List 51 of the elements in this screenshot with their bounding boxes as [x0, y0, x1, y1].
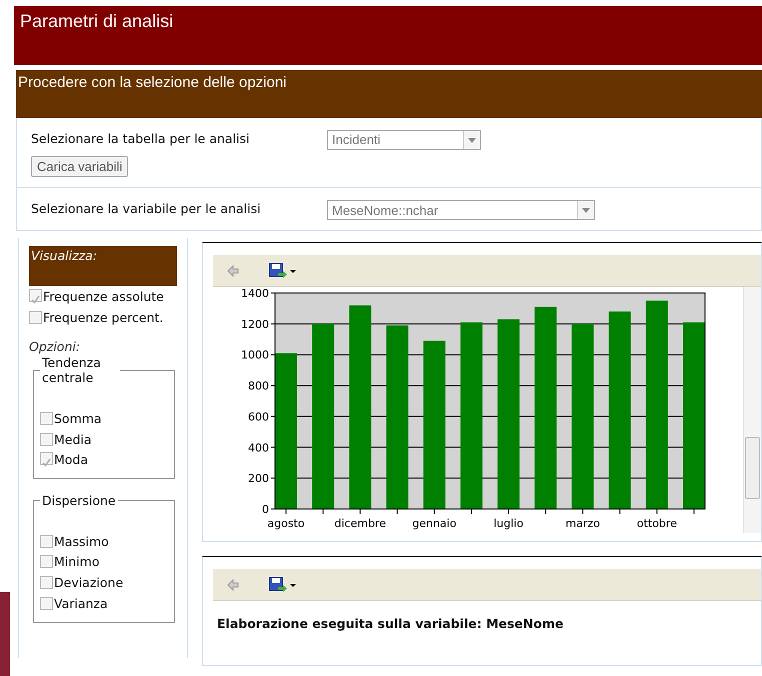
save-icon[interactable]: [269, 262, 297, 279]
y-tick-label: 0: [262, 503, 269, 516]
y-tick-label: 800: [248, 380, 269, 393]
checkbox-label: Deviazione: [54, 575, 124, 590]
checkbox[interactable]: [40, 432, 53, 446]
checkbox-label: Moda: [54, 452, 88, 468]
checkbox[interactable]: [40, 596, 53, 610]
checkbox-label: Minimo: [54, 554, 100, 570]
checkbox-label: Varianza: [54, 596, 108, 611]
y-tick-label: 600: [248, 410, 269, 424]
checkbox-label: Somma: [54, 410, 102, 426]
field-label: Selezionare la variabile per le analisi: [31, 200, 262, 218]
checkbox[interactable]: [40, 412, 53, 425]
options-label: Opzioni:: [29, 338, 82, 356]
y-tick-label: 1000: [241, 348, 269, 362]
dropdown-field[interactable]: MeseNome::nchar: [327, 200, 595, 220]
y-tick-label: 1200: [241, 318, 269, 332]
x-tick-label: luglio: [494, 517, 524, 530]
checkbox-label: Media: [54, 432, 92, 446]
checkbox[interactable]: [40, 555, 53, 568]
section-title: Procedere con la selezione delle opzioni: [16, 70, 762, 118]
checkbox[interactable]: [29, 289, 42, 302]
dropdown-field[interactable]: Incidenti: [327, 130, 481, 150]
x-tick-label: ottobre: [636, 517, 677, 530]
load-variables-button[interactable]: Carica variabili: [31, 156, 128, 178]
checkbox[interactable]: [40, 452, 53, 466]
x-tick-label: agosto: [267, 517, 305, 530]
scrollbar[interactable]: [743, 287, 761, 534]
y-tick-label: 200: [248, 472, 269, 486]
field-label: Selezionare la tabella per le analisi: [31, 130, 250, 148]
page-title: Parametri di analisi: [14, 6, 762, 65]
back-arrow-icon[interactable]: [227, 264, 239, 277]
x-tick-label: gennaio: [412, 517, 456, 530]
group-title: Tendenza centrale: [41, 354, 102, 386]
caret-icon: [582, 208, 590, 213]
checkbox[interactable]: [40, 576, 53, 590]
x-tick-label: marzo: [565, 517, 600, 530]
x-tick-label: dicembre: [334, 517, 386, 530]
caret-icon: [468, 138, 476, 142]
checkbox-label: Frequenze assolute: [43, 289, 164, 304]
checkbox[interactable]: [40, 534, 53, 548]
checkbox[interactable]: [29, 311, 42, 324]
back-arrow-icon[interactable]: [227, 578, 239, 591]
save-icon[interactable]: [269, 576, 297, 593]
y-tick-label: 400: [248, 442, 269, 455]
group-title: Dispersione: [41, 493, 117, 509]
checkbox-label: Frequenze percent.: [43, 310, 164, 325]
panel-heading: Visualizza:: [29, 246, 177, 286]
y-tick-label: 1400: [241, 287, 269, 300]
checkbox-label: Massimo: [54, 534, 109, 549]
result-message: Elaborazione eseguita sulla variabile: MeseNome: [216, 615, 564, 634]
